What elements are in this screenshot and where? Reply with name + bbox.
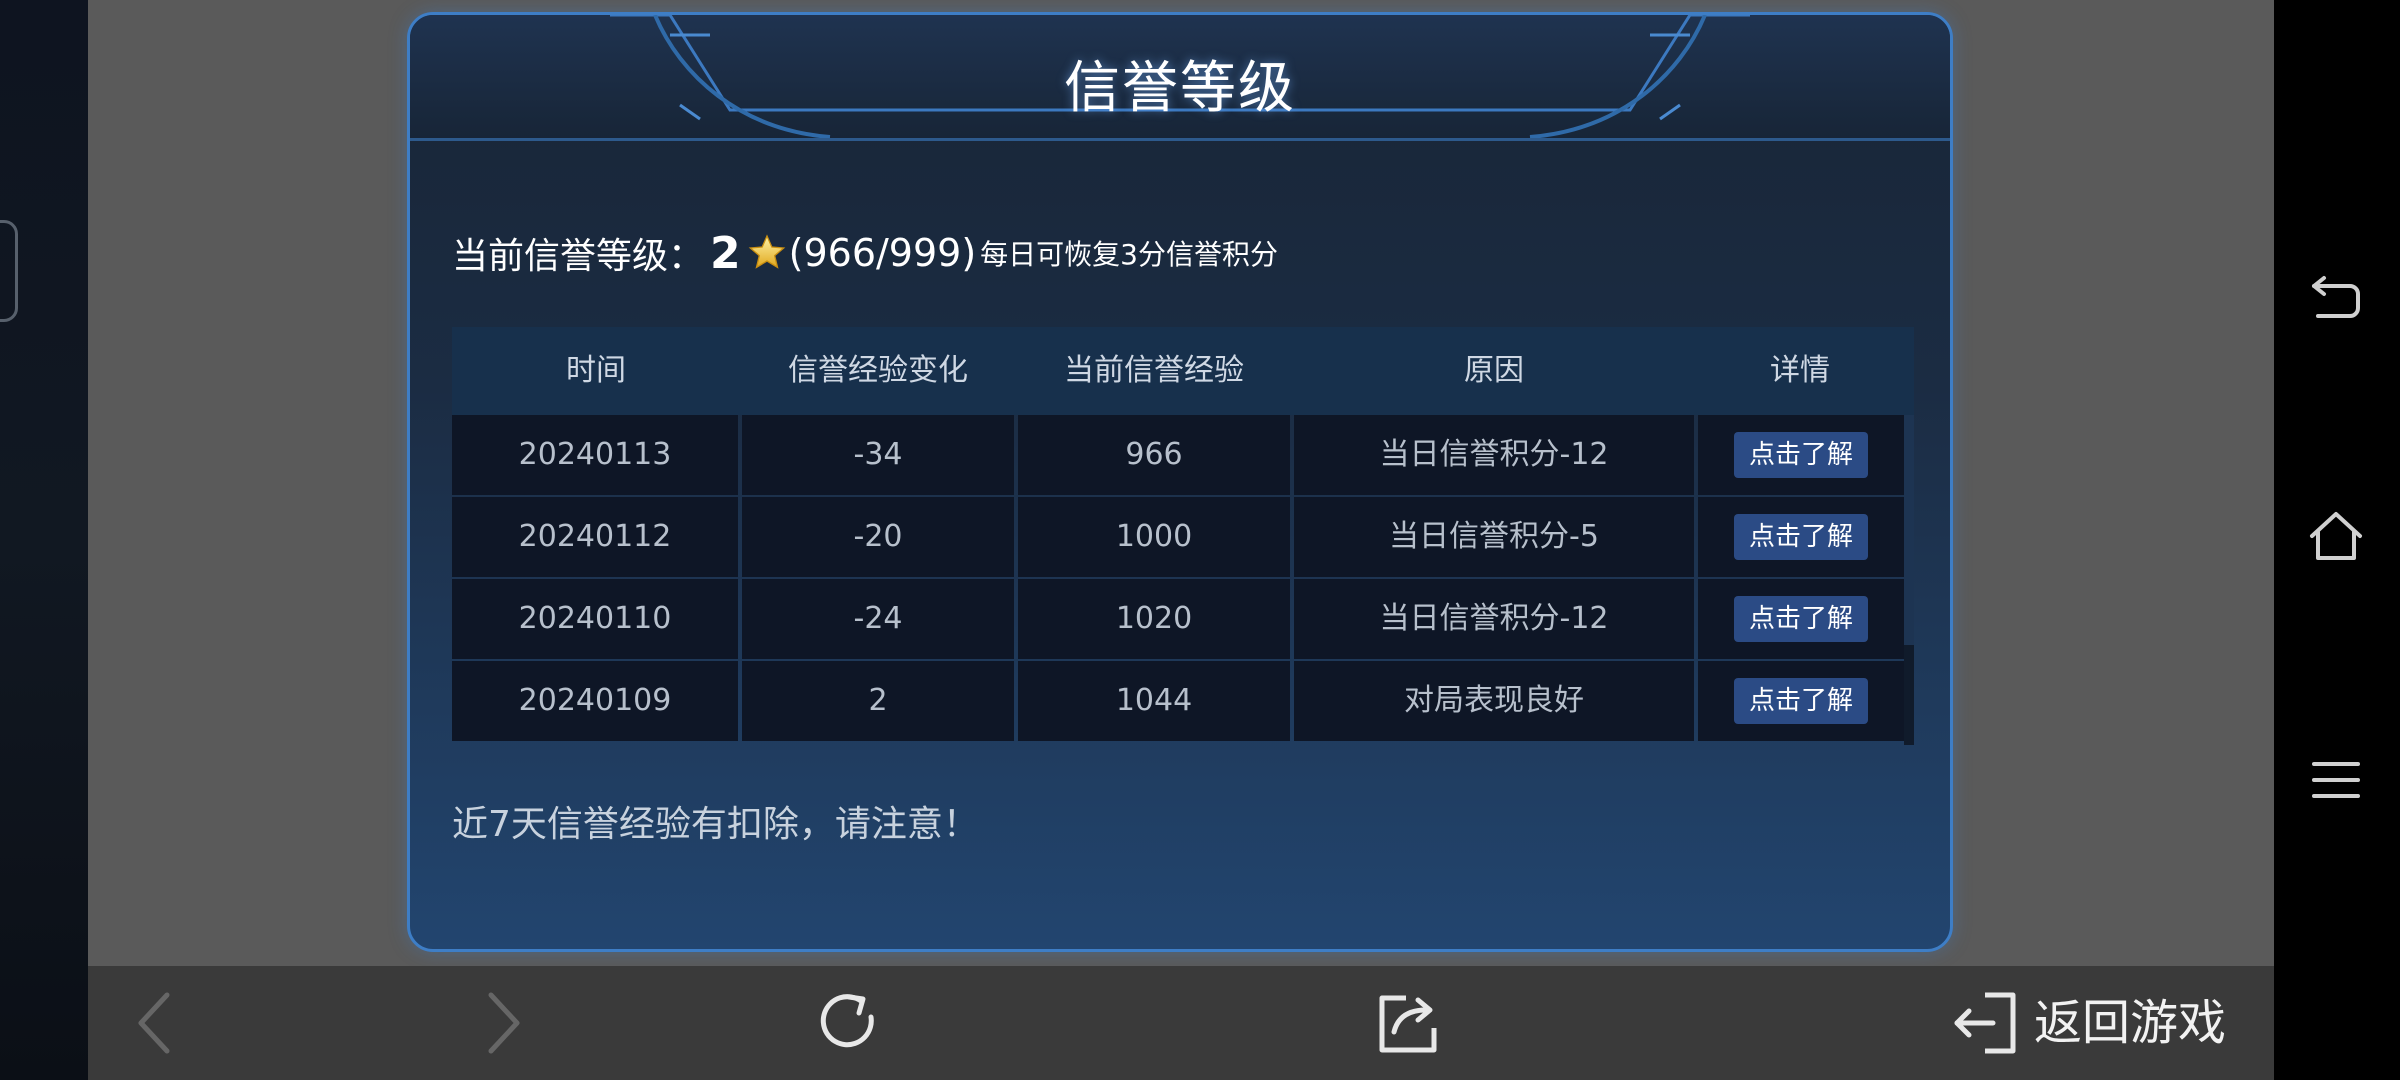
side-handle-icon	[0, 220, 18, 322]
menu-icon[interactable]	[2306, 750, 2366, 810]
cell-date: 20240113	[452, 415, 738, 495]
exit-icon[interactable]	[1948, 985, 2022, 1061]
cell-reason: 当日信誉积分-5	[1294, 497, 1694, 577]
refresh-icon[interactable]	[810, 985, 888, 1061]
chevron-right-icon[interactable]	[478, 985, 528, 1061]
panel-title: 信誉等级	[1064, 56, 1296, 121]
cell-change: -34	[742, 415, 1014, 495]
back-icon[interactable]	[2306, 266, 2366, 326]
current-level-line: 当前信誉等级： 2 (966/999) 每日可恢复3分信誉积分	[452, 215, 1278, 291]
cell-detail: 点击了解	[1698, 661, 1904, 741]
table-row: 20240109 2 1044 对局表现良好 点击了解	[452, 661, 1904, 741]
table-scrollbar[interactable]	[1904, 415, 1914, 745]
cell-detail: 点击了解	[1698, 415, 1904, 495]
warning-text: 近7天信誉经验有扣除，请注意！	[452, 804, 979, 845]
cell-current: 1020	[1018, 579, 1290, 659]
cell-current: 1000	[1018, 497, 1290, 577]
level-score: (966/999)	[788, 231, 977, 275]
share-icon[interactable]	[1374, 985, 1444, 1061]
header-detail: 详情	[1770, 353, 1830, 388]
header-current: 当前信誉经验	[1064, 353, 1244, 388]
star-icon	[747, 233, 787, 273]
table-scroll-thumb[interactable]	[1904, 415, 1914, 645]
cell-date: 20240110	[452, 579, 738, 659]
level-label: 当前信誉等级：	[452, 236, 705, 277]
return-to-game-label[interactable]: 返回游戏	[2034, 990, 2226, 1056]
header-time: 时间	[566, 353, 626, 388]
left-edge-strip	[0, 0, 88, 1080]
level-recovery-note: 每日可恢复3分信誉积分	[980, 238, 1278, 271]
cell-detail: 点击了解	[1698, 579, 1904, 659]
credit-history-table: 时间 信誉经验变化 当前信誉经验 原因 详情 20240113 -34 966 …	[452, 327, 1914, 745]
table-row: 20240113 -34 966 当日信誉积分-12 点击了解	[452, 415, 1904, 495]
cell-reason: 当日信誉积分-12	[1294, 579, 1694, 659]
webview-area: 信誉等级 当前信誉等级： 2 (966/999) 每日可恢复3分信誉积分 时间 …	[88, 0, 2274, 966]
cell-date: 20240109	[452, 661, 738, 741]
table-row: 20240110 -24 1020 当日信誉积分-12 点击了解	[452, 579, 1904, 659]
header-reason: 原因	[1464, 353, 1524, 388]
table-row: 20240112 -20 1000 当日信誉积分-5 点击了解	[452, 497, 1904, 577]
cell-current: 966	[1018, 415, 1290, 495]
level-value: 2	[710, 227, 741, 279]
detail-button[interactable]: 点击了解	[1734, 678, 1868, 724]
cell-detail: 点击了解	[1698, 497, 1904, 577]
table-header: 时间 信誉经验变化 当前信誉经验 原因 详情	[452, 327, 1914, 415]
cell-change: 2	[742, 661, 1014, 741]
detail-button[interactable]: 点击了解	[1734, 596, 1868, 642]
browser-bottom-bar	[88, 966, 2274, 1080]
cell-change: -24	[742, 579, 1014, 659]
cell-reason: 对局表现良好	[1294, 661, 1694, 741]
cell-current: 1044	[1018, 661, 1290, 741]
cell-reason: 当日信誉积分-12	[1294, 415, 1694, 495]
credit-level-panel: 信誉等级 当前信誉等级： 2 (966/999) 每日可恢复3分信誉积分 时间 …	[407, 12, 1953, 952]
detail-button[interactable]: 点击了解	[1734, 514, 1868, 560]
screen: 信誉等级 当前信誉等级： 2 (966/999) 每日可恢复3分信誉积分 时间 …	[0, 0, 2400, 1080]
header-change: 信誉经验变化	[788, 353, 968, 388]
cell-change: -20	[742, 497, 1014, 577]
chevron-left-icon[interactable]	[130, 985, 180, 1061]
detail-button[interactable]: 点击了解	[1734, 432, 1868, 478]
cell-date: 20240112	[452, 497, 738, 577]
panel-header: 信誉等级	[410, 15, 1950, 141]
home-icon[interactable]	[2306, 506, 2366, 566]
